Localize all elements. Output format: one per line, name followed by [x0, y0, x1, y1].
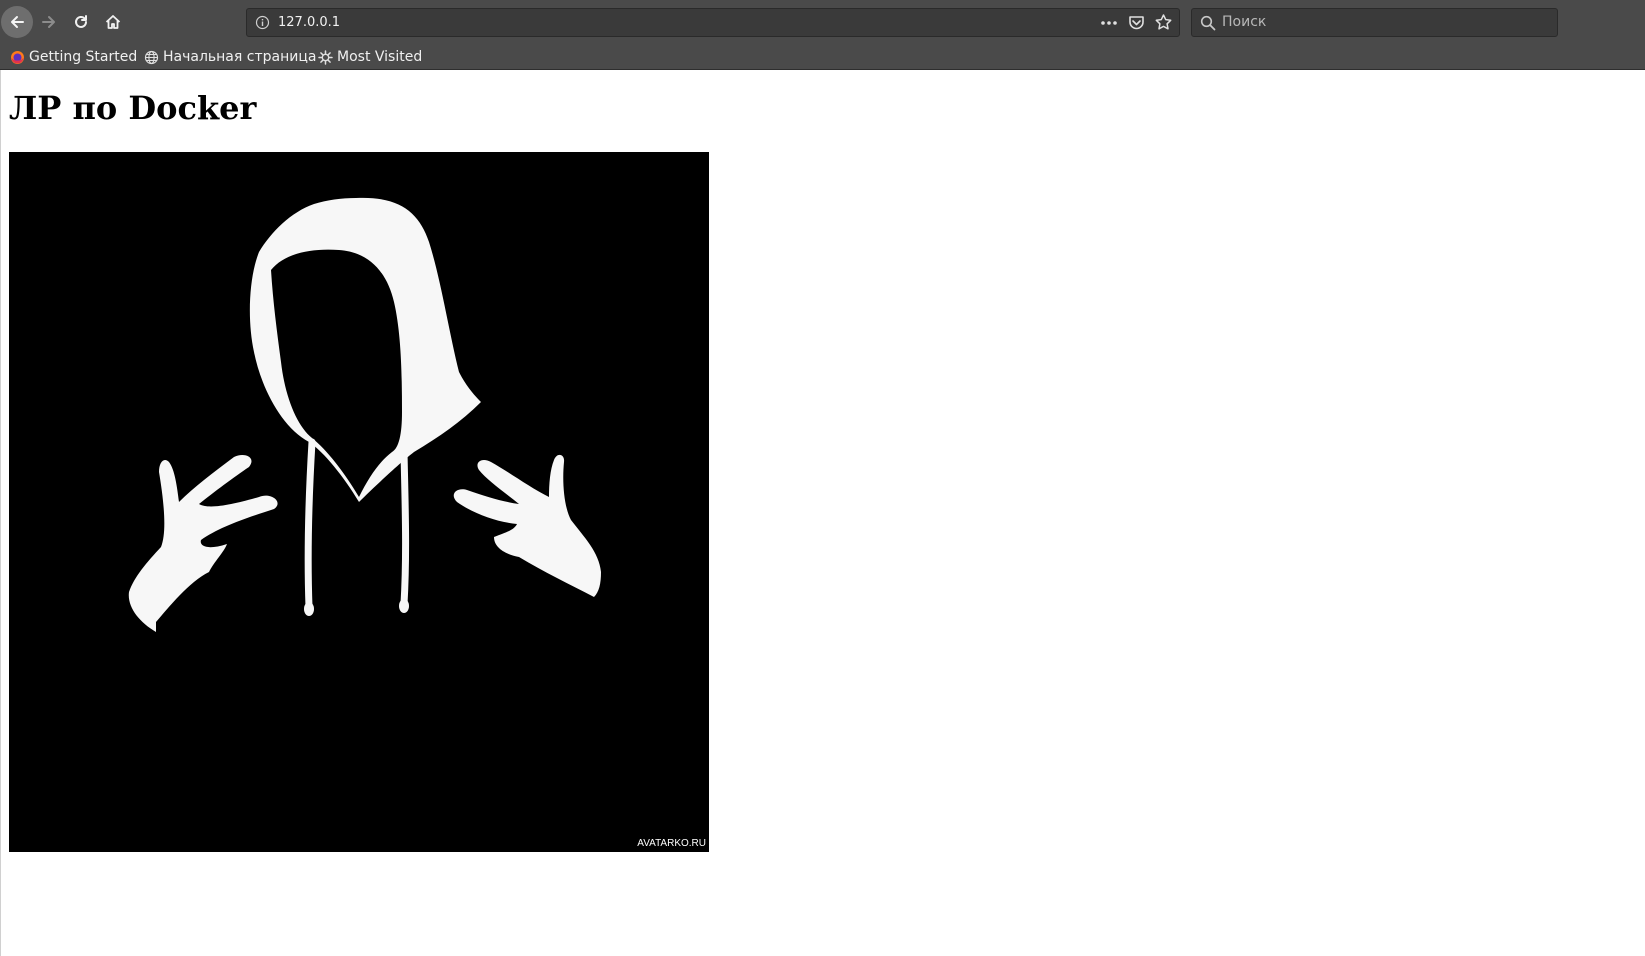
arrow-left-icon [11, 16, 24, 28]
info-icon[interactable] [255, 15, 270, 30]
bookmark-label: Getting Started [29, 49, 138, 65]
home-icon [105, 15, 121, 29]
gear-icon [318, 49, 333, 65]
search-bar[interactable] [1191, 8, 1558, 37]
more-horizontal-icon[interactable] [1100, 15, 1118, 31]
globe-icon [144, 50, 159, 64]
bookmark-label: Most Visited [337, 49, 423, 65]
bookmark-label: Начальная страница [163, 49, 317, 65]
forward-button[interactable] [33, 6, 65, 38]
firefox-icon [11, 50, 24, 64]
page-content: ЛР по Docker AVATARKO.RU [0, 70, 1645, 956]
bookmarks-toolbar: Getting Started Начальная страница Most … [0, 44, 1645, 70]
url-text[interactable]: 127.0.0.1 [278, 15, 340, 31]
hooded-figure-image [9, 152, 709, 852]
image-watermark: AVATARKO.RU [637, 838, 706, 849]
hero-image: AVATARKO.RU [9, 152, 709, 852]
bookmark-most-visited[interactable]: Most Visited [318, 48, 422, 66]
reload-button[interactable] [65, 6, 97, 38]
home-button[interactable] [97, 6, 129, 38]
bookmark-start-page[interactable]: Начальная страница [144, 48, 316, 66]
search-input[interactable] [1222, 12, 1542, 32]
url-bar[interactable]: 127.0.0.1 [246, 8, 1180, 37]
star-icon[interactable] [1154, 13, 1173, 32]
bookmark-getting-started[interactable]: Getting Started [10, 48, 137, 66]
page-title: ЛР по Docker [9, 89, 257, 127]
pocket-icon[interactable] [1128, 14, 1145, 31]
reload-icon [75, 15, 87, 28]
arrow-right-icon [42, 16, 55, 28]
back-button[interactable] [1, 6, 33, 38]
browser-toolbar: 127.0.0.1 [0, 0, 1645, 44]
search-icon [1200, 15, 1216, 31]
